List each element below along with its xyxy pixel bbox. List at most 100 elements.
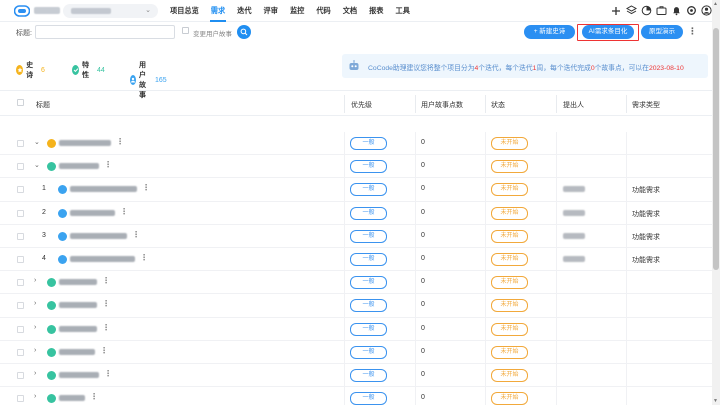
nav-item-monitor[interactable]: 监控 bbox=[284, 0, 310, 22]
row-more-icon[interactable]: ⋮ bbox=[102, 276, 110, 285]
nav-item-docs[interactable]: 文档 bbox=[337, 0, 363, 22]
item-title-blurred[interactable] bbox=[59, 371, 99, 378]
prototype-demo-button[interactable]: 原型演示 bbox=[641, 25, 683, 39]
row-more-icon[interactable]: ⋮ bbox=[100, 346, 108, 355]
expand-arrow-icon[interactable]: › bbox=[34, 370, 36, 377]
item-title-blurred[interactable] bbox=[59, 395, 85, 402]
priority-badge[interactable]: 一般 bbox=[350, 392, 387, 405]
expand-arrow-icon[interactable]: › bbox=[34, 277, 36, 284]
nav-item-iterations[interactable]: 迭代 bbox=[231, 0, 257, 22]
row-checkbox[interactable] bbox=[17, 232, 24, 240]
layers-icon[interactable] bbox=[625, 4, 637, 17]
item-title-blurred[interactable] bbox=[59, 140, 111, 146]
row-more-icon[interactable]: ⋮ bbox=[140, 253, 148, 262]
expand-arrow-icon[interactable]: › bbox=[34, 324, 36, 331]
scroll-down-icon[interactable]: ▼ bbox=[713, 398, 718, 404]
table-row[interactable]: ⌄ ⋮ 一般 0 未开始 bbox=[0, 132, 712, 156]
table-row[interactable]: 3 ⋮ 一般 0 未开始 功能需求 bbox=[0, 225, 712, 248]
expand-arrow-icon[interactable]: › bbox=[34, 347, 36, 354]
more-options-icon[interactable]: ⋮ bbox=[688, 26, 697, 37]
nav-item-code[interactable]: 代码 bbox=[310, 0, 336, 22]
priority-badge[interactable]: 一般 bbox=[350, 345, 387, 359]
change-story-checkbox[interactable] bbox=[182, 27, 189, 34]
item-title-blurred[interactable] bbox=[59, 302, 97, 309]
priority-badge[interactable]: 一般 bbox=[350, 322, 387, 336]
item-title-blurred[interactable] bbox=[70, 255, 135, 262]
scrollbar-thumb[interactable] bbox=[713, 28, 719, 270]
nav-item-reports[interactable]: 报表 bbox=[363, 0, 389, 22]
table-row[interactable]: › ⋮ 一般 0 未开始 bbox=[0, 341, 712, 364]
row-checkbox[interactable] bbox=[17, 140, 24, 147]
nav-item-requirements[interactable]: 需求 bbox=[205, 0, 231, 22]
feature-summary[interactable]: 特性 44 bbox=[72, 60, 105, 80]
priority-badge[interactable]: 一般 bbox=[350, 137, 387, 150]
bell-icon[interactable] bbox=[670, 4, 682, 17]
pie-chart-icon[interactable] bbox=[640, 4, 652, 17]
priority-badge[interactable]: 一般 bbox=[350, 276, 387, 290]
priority-badge[interactable]: 一般 bbox=[350, 183, 387, 197]
status-badge[interactable]: 未开始 bbox=[491, 392, 528, 405]
item-title-blurred[interactable] bbox=[59, 163, 99, 170]
row-more-icon[interactable]: ⋮ bbox=[102, 323, 110, 332]
item-title-blurred[interactable] bbox=[59, 325, 97, 332]
priority-badge[interactable]: 一般 bbox=[350, 299, 387, 313]
row-checkbox[interactable] bbox=[17, 279, 24, 287]
row-more-icon[interactable]: ⋮ bbox=[132, 230, 140, 239]
row-more-icon[interactable]: ⋮ bbox=[104, 160, 112, 169]
project-selector[interactable]: ⌄ bbox=[63, 4, 158, 18]
title-filter-input[interactable] bbox=[35, 25, 175, 39]
plus-icon[interactable] bbox=[610, 4, 622, 17]
row-checkbox[interactable] bbox=[17, 348, 24, 356]
nav-item-tools[interactable]: 工具 bbox=[390, 0, 416, 22]
new-epic-button[interactable]: + 新建史诗 bbox=[524, 25, 575, 39]
row-more-icon[interactable]: ⋮ bbox=[90, 392, 98, 401]
status-badge[interactable]: 未开始 bbox=[491, 276, 528, 290]
expand-arrow-icon[interactable]: › bbox=[34, 393, 36, 400]
row-checkbox[interactable] bbox=[17, 371, 24, 379]
status-badge[interactable]: 未开始 bbox=[491, 345, 528, 359]
search-button[interactable] bbox=[237, 25, 251, 39]
status-badge[interactable]: 未开始 bbox=[491, 183, 528, 197]
status-badge[interactable]: 未开始 bbox=[491, 137, 528, 150]
table-row[interactable]: › ⋮ 一般 0 未开始 bbox=[0, 387, 712, 405]
row-checkbox[interactable] bbox=[17, 325, 24, 333]
table-row[interactable]: › ⋮ 一般 0 未开始 bbox=[0, 318, 712, 341]
collapse-arrow-icon[interactable]: ⌄ bbox=[34, 161, 40, 169]
status-badge[interactable]: 未开始 bbox=[491, 299, 528, 313]
priority-badge[interactable]: 一般 bbox=[350, 368, 387, 382]
vertical-scrollbar[interactable]: ▲ ▼ bbox=[712, 0, 720, 405]
row-checkbox[interactable] bbox=[17, 395, 24, 403]
table-row[interactable]: ⌄ ⋮ 一般 0 未开始 bbox=[0, 155, 712, 179]
priority-badge[interactable]: 一般 bbox=[350, 206, 387, 220]
item-title-blurred[interactable] bbox=[59, 348, 95, 355]
select-all-checkbox[interactable] bbox=[17, 99, 24, 106]
row-checkbox[interactable] bbox=[17, 255, 24, 263]
ai-itemize-button[interactable]: AI需求条目化 bbox=[582, 25, 634, 39]
item-title-blurred[interactable] bbox=[70, 186, 137, 193]
settings-icon[interactable] bbox=[685, 4, 697, 17]
row-more-icon[interactable]: ⋮ bbox=[120, 207, 128, 216]
priority-badge[interactable]: 一般 bbox=[350, 160, 387, 174]
nav-item-review[interactable]: 评审 bbox=[258, 0, 284, 22]
row-checkbox[interactable] bbox=[17, 163, 24, 171]
expand-arrow-icon[interactable]: › bbox=[34, 300, 36, 307]
table-row[interactable]: › ⋮ 一般 0 未开始 bbox=[0, 271, 712, 295]
status-badge[interactable]: 未开始 bbox=[491, 252, 528, 266]
epic-summary[interactable]: 史诗 6 bbox=[16, 60, 45, 80]
item-title-blurred[interactable] bbox=[59, 279, 97, 286]
table-row[interactable]: 4 ⋮ 一般 0 未开始 功能需求 bbox=[0, 248, 712, 272]
app-logo-icon[interactable] bbox=[14, 5, 30, 17]
row-more-icon[interactable]: ⋮ bbox=[142, 183, 150, 192]
row-more-icon[interactable]: ⋮ bbox=[102, 299, 110, 308]
item-title-blurred[interactable] bbox=[70, 209, 115, 216]
collapse-arrow-icon[interactable]: ⌄ bbox=[34, 138, 40, 146]
status-badge[interactable]: 未开始 bbox=[491, 322, 528, 336]
status-badge[interactable]: 未开始 bbox=[491, 160, 528, 174]
priority-badge[interactable]: 一般 bbox=[350, 252, 387, 266]
status-badge[interactable]: 未开始 bbox=[491, 368, 528, 382]
nav-item-overview[interactable]: 项目总览 bbox=[164, 0, 205, 22]
row-checkbox[interactable] bbox=[17, 186, 24, 194]
row-checkbox[interactable] bbox=[17, 302, 24, 310]
briefcase-icon[interactable] bbox=[655, 4, 667, 17]
status-badge[interactable]: 未开始 bbox=[491, 229, 528, 243]
